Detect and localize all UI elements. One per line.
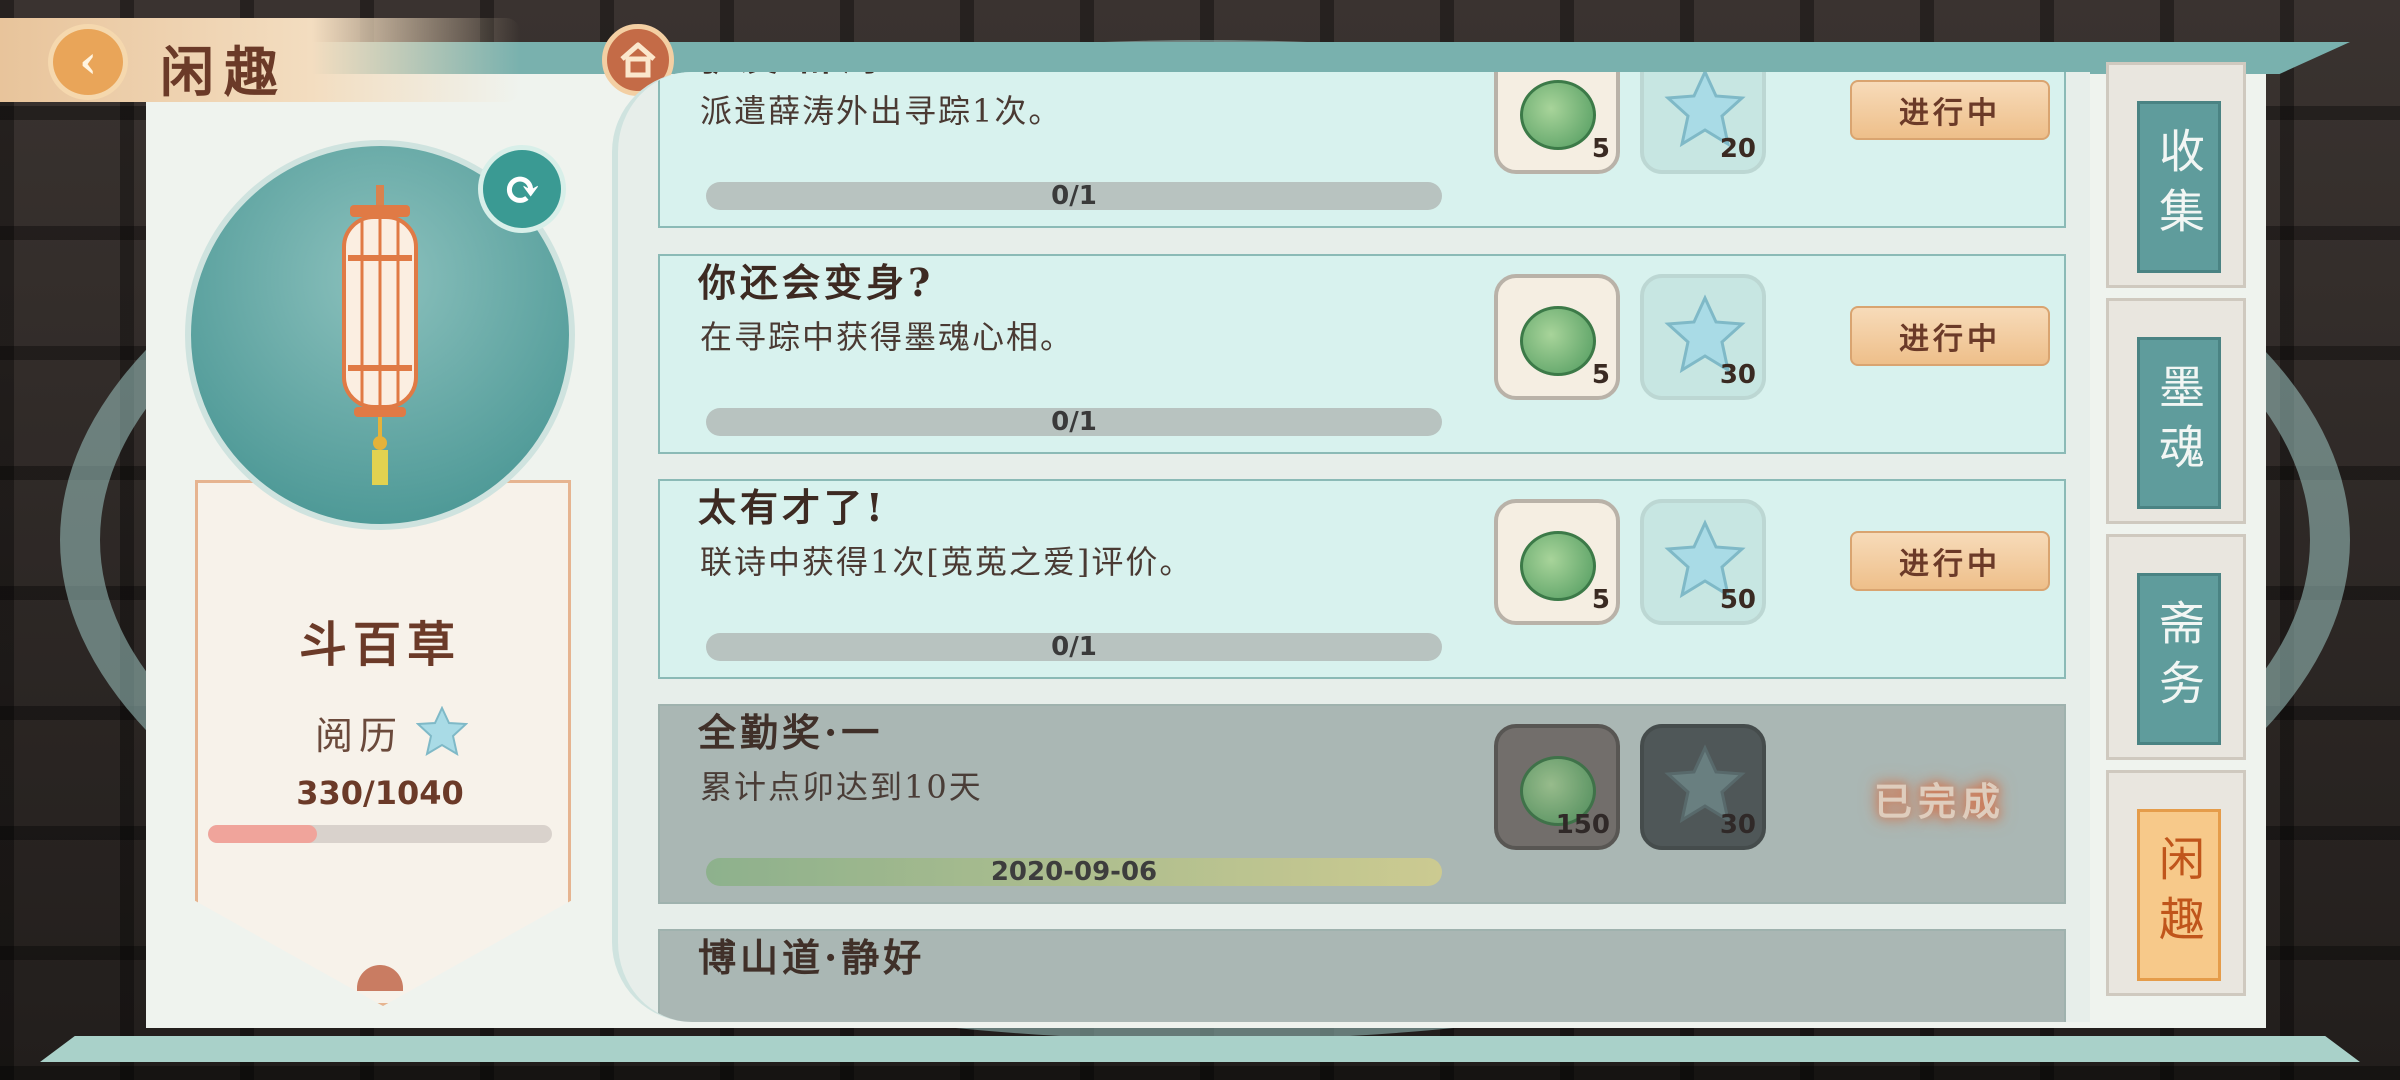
- completion-date: 2020-09-06: [706, 857, 1442, 887]
- task-title: 你还会变身?: [698, 260, 935, 305]
- chevron-left-icon: ‹: [79, 36, 97, 88]
- reward-star[interactable]: 20: [1640, 72, 1766, 174]
- task-description: 累计点卯达到10天: [700, 768, 983, 806]
- reward-coin[interactable]: 5: [1494, 499, 1620, 625]
- reward-quantity: 50: [1719, 585, 1756, 615]
- task-progress-bar: 0/1: [706, 632, 1442, 662]
- task-title: 博山道·静好: [698, 935, 926, 980]
- task-progress-bar: 0/1: [706, 407, 1442, 437]
- side-tab-label: 墨魂: [2137, 337, 2221, 509]
- task-description: 联诗中获得1次[莵莵之爱]评价。: [700, 543, 1194, 581]
- page-title: 闲趣: [160, 40, 288, 104]
- reward-star[interactable]: 30: [1640, 724, 1766, 850]
- side-tab-label: 收集: [2137, 101, 2221, 273]
- task-progress-bar: 0/1: [706, 181, 1442, 211]
- star-icon: [1664, 744, 1746, 824]
- task-title: 全勤奖·一: [698, 710, 884, 755]
- side-tab[interactable]: 收集: [2106, 62, 2246, 288]
- reward-quantity: 5: [1591, 134, 1610, 164]
- experience-label: 阅历: [315, 714, 404, 758]
- task-card: 你还会变身? 在寻踪中获得墨魂心相。 0/1 5 30 进行中: [658, 254, 2066, 454]
- side-tab-label: 斋务: [2137, 573, 2221, 745]
- side-tab-label: 闲趣: [2137, 809, 2221, 981]
- reward-quantity: 5: [1591, 585, 1610, 615]
- experience-value: 330/1040: [296, 774, 464, 812]
- reward-star[interactable]: 50: [1640, 499, 1766, 625]
- task-card: 太有才了! 联诗中获得1次[莵莵之爱]评价。 0/1 5 50 进行中: [658, 479, 2066, 679]
- refresh-button[interactable]: ⟳: [478, 145, 566, 233]
- side-tab[interactable]: 墨魂: [2106, 298, 2246, 524]
- experience-progress-bar: [208, 825, 552, 843]
- task-card: 全勤奖·一累计点卯达到10天 2020-09-06 150 30 已完成: [658, 704, 2066, 904]
- reward-coin[interactable]: 5: [1494, 274, 1620, 400]
- reward-quantity: 30: [1719, 360, 1756, 390]
- side-tab[interactable]: 斋务: [2106, 534, 2246, 760]
- reward-quantity: 30: [1719, 810, 1756, 840]
- side-tab[interactable]: 闲趣: [2106, 770, 2246, 996]
- home-icon: [620, 42, 656, 78]
- reward-coin[interactable]: 5: [1494, 72, 1620, 174]
- task-card: 驴友·薛涛派遣薛涛外出寻踪1次。 0/1 5 20 进行中: [658, 72, 2066, 228]
- jade-coin-icon: [1520, 756, 1596, 826]
- task-description: 派遣薛涛外出寻踪1次。: [700, 92, 1063, 130]
- reward-coin[interactable]: 150: [1494, 724, 1620, 850]
- jade-coin-icon: [1520, 306, 1596, 376]
- reward-quantity: 5: [1591, 360, 1610, 390]
- back-button[interactable]: ‹: [48, 24, 128, 100]
- lantern-icon: [342, 185, 418, 485]
- refresh-icon: ⟳: [502, 162, 542, 216]
- task-list[interactable]: 驴友·薛涛派遣薛涛外出寻踪1次。0/1520进行中你还会变身?在寻踪中获得墨魂心…: [612, 72, 2090, 1022]
- reward-quantity: 150: [1555, 810, 1610, 840]
- jade-coin-icon: [1520, 80, 1596, 150]
- activity-name: 斗百草: [298, 617, 461, 673]
- reward-star[interactable]: 30: [1640, 274, 1766, 400]
- experience-progress-fill: [208, 825, 318, 843]
- task-title: 驴友·薛涛: [698, 72, 883, 81]
- completed-stamp: 已完成: [1873, 778, 2006, 824]
- task-card: 博山道·静好: [658, 929, 2066, 1022]
- star-icon: [416, 706, 468, 757]
- bottom-bar: [40, 1036, 2360, 1062]
- reward-quantity: 20: [1719, 134, 1756, 164]
- in-progress-button[interactable]: 进行中: [1850, 531, 2050, 591]
- profile-card: [185, 140, 575, 1006]
- task-description: 在寻踪中获得墨魂心相。: [700, 318, 1075, 356]
- task-title: 太有才了!: [698, 485, 887, 530]
- in-progress-button[interactable]: 进行中: [1850, 80, 2050, 140]
- in-progress-button[interactable]: 进行中: [1850, 306, 2050, 366]
- side-tab-bar: 收集 墨魂 斋务 闲趣: [2106, 62, 2246, 1022]
- jade-coin-icon: [1520, 531, 1596, 601]
